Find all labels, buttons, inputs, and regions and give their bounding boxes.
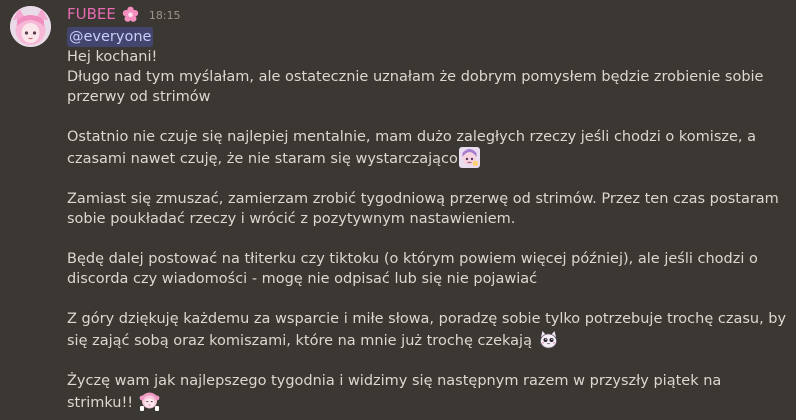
message-header: FUBEE 18:15 xyxy=(67,3,181,25)
message-paragraph: Z góry dziękuję każdemu za wsparcie i mi… xyxy=(67,309,787,351)
user-avatar[interactable] xyxy=(10,6,51,47)
pink-flower-icon xyxy=(122,6,139,23)
message-content: @everyone Hej kochani! Długo nad tym myś… xyxy=(67,27,787,413)
message-paragraph: Hej kochani! Długo nad tym myślałam, ale… xyxy=(67,49,764,105)
everyone-mention[interactable]: @everyone xyxy=(67,27,154,47)
sad-anime-emoji[interactable] xyxy=(458,147,480,168)
paragraph-text: Życzę wam jak najlepszego tygodnia i wid… xyxy=(67,373,726,411)
message-paragraph: Ostatnio nie czuje się najlepiej mentaln… xyxy=(67,127,787,169)
username[interactable]: FUBEE xyxy=(67,5,116,23)
crying-cat-emoji[interactable] xyxy=(538,329,559,350)
cheering-girl-emoji[interactable] xyxy=(139,391,160,412)
message-paragraph: Życzę wam jak najlepszego tygodnia i wid… xyxy=(67,371,787,413)
message-timestamp: 18:15 xyxy=(148,8,181,22)
message-paragraph: Zamiast się zmuszać, zamierzam zrobić ty… xyxy=(67,191,784,227)
message-paragraph: Będę dalej postować na tłiterku czy tikt… xyxy=(67,251,763,287)
paragraph-text: Ostatnio nie czuje się najlepiej mentaln… xyxy=(67,129,761,167)
paragraph-text: Z góry dziękuję każdemu za wsparcie i mi… xyxy=(67,311,791,349)
chat-message: FUBEE 18:15 @everyone Hej kochani! Długo… xyxy=(0,0,796,420)
